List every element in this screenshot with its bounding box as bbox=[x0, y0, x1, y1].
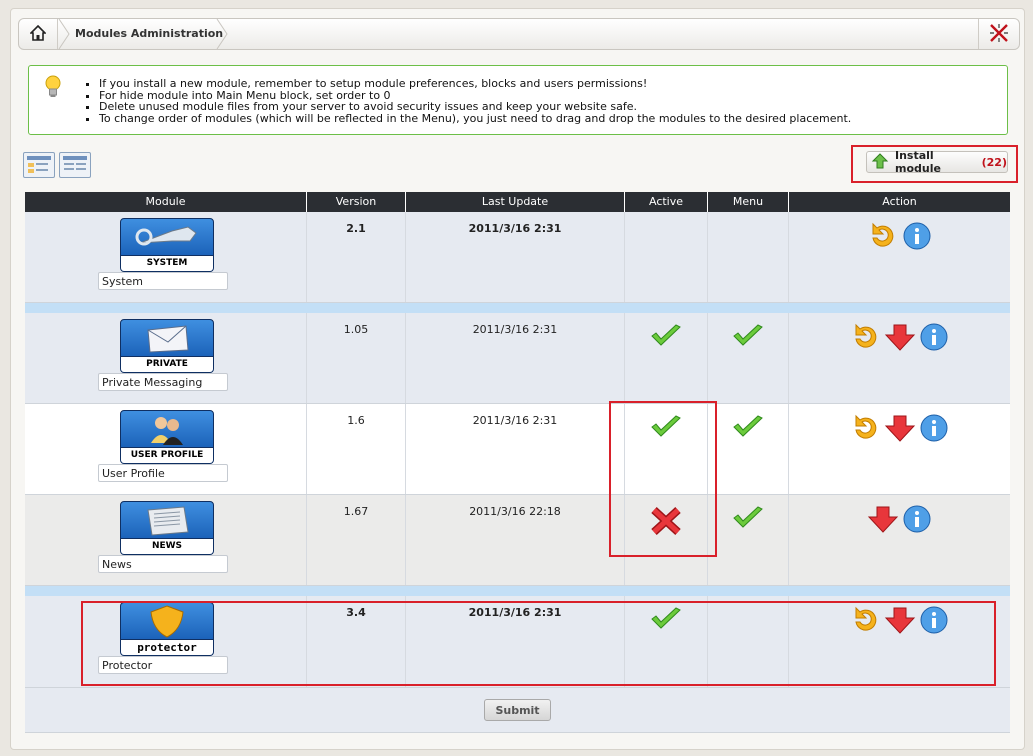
menu-cell bbox=[708, 404, 789, 494]
menu-cell bbox=[708, 313, 789, 403]
wrench-icon bbox=[135, 226, 197, 246]
update-icon[interactable] bbox=[850, 323, 882, 354]
version-cell: 2.1 bbox=[307, 212, 406, 302]
module-cell: SYSTEM System bbox=[25, 212, 307, 302]
col-last-update: Last Update bbox=[406, 192, 625, 212]
users-icon bbox=[151, 417, 183, 445]
grid-view-button[interactable] bbox=[23, 152, 55, 178]
list-view-button[interactable] bbox=[59, 152, 91, 178]
module-image-label: SYSTEM bbox=[121, 255, 213, 271]
module-image-pm[interactable]: PRIVATE MESSAGES bbox=[120, 319, 214, 373]
col-module: Module bbox=[25, 192, 307, 212]
module-image-profile[interactable]: USER PROFILE bbox=[120, 410, 214, 464]
update-icon[interactable] bbox=[850, 414, 882, 445]
install-arrow-icon bbox=[871, 152, 889, 173]
module-cell: PRIVATE MESSAGES Private Messaging bbox=[25, 313, 307, 403]
table-row: NEWS News 1.67 2011/3/16 22:18 bbox=[25, 495, 1010, 586]
module-image-label: USER PROFILE bbox=[121, 447, 213, 463]
install-count: (22) bbox=[981, 155, 1007, 169]
col-version: Version bbox=[307, 192, 406, 212]
newspaper-icon bbox=[147, 506, 189, 536]
action-cell bbox=[789, 313, 1010, 403]
date-cell: 2011/3/16 2:31 bbox=[406, 212, 625, 302]
list-view-icon bbox=[63, 156, 87, 170]
submit-button[interactable]: Submit bbox=[484, 699, 551, 721]
install-module-button[interactable]: Install module (22) bbox=[866, 149, 1008, 175]
home-button[interactable] bbox=[19, 19, 58, 49]
col-menu: Menu bbox=[708, 192, 789, 212]
tip-item: If you install a new module, remember to… bbox=[99, 78, 851, 90]
col-action: Action bbox=[882, 195, 917, 208]
module-image-label: PRIVATE MESSAGES bbox=[121, 356, 213, 372]
active-cell bbox=[625, 212, 708, 302]
module-name-field[interactable]: User Profile bbox=[98, 464, 228, 482]
menu-cell bbox=[708, 495, 789, 585]
active-cell bbox=[625, 313, 708, 403]
close-icon bbox=[988, 22, 1010, 47]
action-cell bbox=[789, 495, 1010, 585]
tip-item: To change order of modules (which will b… bbox=[99, 112, 851, 125]
module-name-field[interactable]: Private Messaging bbox=[98, 373, 228, 391]
check-icon[interactable] bbox=[731, 323, 765, 352]
home-icon bbox=[29, 24, 47, 44]
grid-view-icon bbox=[27, 156, 51, 173]
module-image-label: NEWS bbox=[121, 538, 213, 554]
col-active: Active bbox=[625, 192, 708, 212]
active-column-highlight bbox=[609, 401, 717, 557]
info-icon[interactable] bbox=[918, 323, 950, 354]
module-name-field[interactable]: News bbox=[98, 555, 228, 573]
table-header: Module Version Last Update Active Menu A… bbox=[25, 192, 1010, 212]
update-icon[interactable] bbox=[867, 222, 899, 253]
uninstall-arrow-icon[interactable] bbox=[884, 414, 916, 445]
info-icon[interactable] bbox=[901, 222, 933, 253]
close-button[interactable] bbox=[978, 19, 1019, 49]
info-icon[interactable] bbox=[918, 414, 950, 445]
table-row: SYSTEM System 2.1 2011/3/16 2:31 bbox=[25, 212, 1010, 303]
row-separator bbox=[25, 586, 1010, 596]
check-icon[interactable] bbox=[649, 323, 683, 352]
version-cell: 1.67 bbox=[307, 495, 406, 585]
version-cell: 1.6 bbox=[307, 404, 406, 494]
uninstall-arrow-icon[interactable] bbox=[867, 505, 899, 536]
install-module-label: Install module bbox=[895, 149, 941, 175]
date-cell: 2011/3/16 2:31 bbox=[406, 313, 625, 403]
tips-box: If you install a new module, remember to… bbox=[28, 65, 1008, 135]
tip-item: Delete unused module files from your ser… bbox=[99, 101, 851, 113]
envelope-icon bbox=[147, 325, 189, 353]
action-cell bbox=[789, 212, 1010, 302]
info-icon[interactable] bbox=[901, 505, 933, 536]
date-cell: 2011/3/16 22:18 bbox=[406, 495, 625, 585]
module-cell: USER PROFILE User Profile bbox=[25, 404, 307, 494]
row-separator bbox=[25, 303, 1010, 313]
tips-list: If you install a new module, remember to… bbox=[85, 78, 851, 124]
table-footer: Submit bbox=[25, 688, 1010, 733]
module-image-system[interactable]: SYSTEM bbox=[120, 218, 214, 272]
date-cell: 2011/3/16 2:31 bbox=[406, 404, 625, 494]
table-row: PRIVATE MESSAGES Private Messaging 1.05 … bbox=[25, 313, 1010, 404]
check-icon[interactable] bbox=[731, 505, 765, 534]
breadcrumb: Modules Administration bbox=[18, 18, 1020, 50]
check-icon[interactable] bbox=[731, 414, 765, 443]
module-name-field[interactable]: System bbox=[98, 272, 228, 290]
protector-row-highlight bbox=[81, 601, 996, 686]
breadcrumb-title[interactable]: Modules Administration bbox=[75, 27, 223, 40]
table-row: USER PROFILE User Profile 1.6 2011/3/16 … bbox=[25, 404, 1010, 495]
uninstall-arrow-icon[interactable] bbox=[884, 323, 916, 354]
version-cell: 1.05 bbox=[307, 313, 406, 403]
module-image-news[interactable]: NEWS bbox=[120, 501, 214, 555]
lightbulb-icon bbox=[43, 74, 63, 103]
module-cell: NEWS News bbox=[25, 495, 307, 585]
action-cell bbox=[789, 404, 1010, 494]
menu-cell bbox=[708, 212, 789, 302]
